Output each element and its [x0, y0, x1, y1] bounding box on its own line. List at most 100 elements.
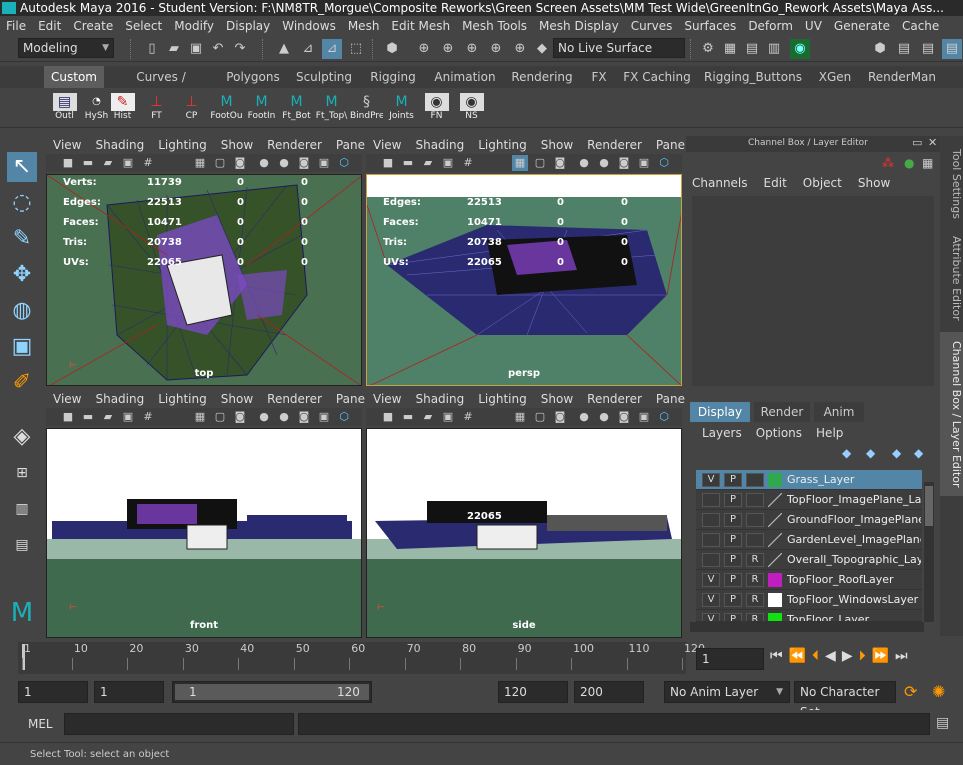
visibility-toggle[interactable]: V	[702, 573, 720, 587]
options-menu[interactable]: Options	[756, 426, 802, 440]
wireframe-icon[interactable]: ▢	[212, 409, 228, 425]
close-icon[interactable]: ✕	[928, 136, 937, 149]
layer-color-swatch[interactable]	[768, 513, 782, 527]
panel-menu-shading[interactable]: Shading	[408, 390, 471, 408]
smooth-shade-icon[interactable]: ◙	[552, 155, 568, 171]
menu-cache[interactable]: Cache	[896, 16, 945, 36]
move-layer-down-icon[interactable]: ◆	[866, 446, 875, 460]
current-time-field[interactable]: 1	[696, 648, 764, 670]
move-layer-up-icon[interactable]: ◆	[842, 446, 851, 460]
redo-icon[interactable]: ↷	[230, 39, 250, 59]
panel-menu-show[interactable]: Show	[534, 136, 580, 154]
layer-color-swatch[interactable]	[768, 533, 782, 547]
snap-view-icon[interactable]: ⊕	[486, 39, 506, 59]
menu-curves[interactable]: Curves	[625, 16, 679, 36]
start-time-field[interactable]: 1	[18, 681, 88, 703]
auto-key-icon[interactable]: ⟳	[904, 682, 917, 701]
bookmark-icon[interactable]: ▰	[100, 409, 116, 425]
layer-row[interactable]: P TopFloor_ImagePlane_Layer	[696, 490, 922, 510]
snap-curve-icon[interactable]: ⊕	[438, 39, 458, 59]
tab-tool-settings[interactable]: Tool Settings	[940, 144, 963, 224]
layer-color-swatch[interactable]	[768, 593, 782, 607]
layer-scrollbar[interactable]	[924, 482, 934, 622]
reference-toggle[interactable]: R	[746, 573, 764, 587]
render-frame-icon[interactable]: ▦	[720, 39, 740, 59]
render-settings-icon[interactable]: ⚙	[698, 39, 718, 59]
edit-menu[interactable]: Edit	[764, 176, 787, 190]
xray-icon[interactable]: ▣	[316, 155, 332, 171]
tab-rigging[interactable]: Rigging	[362, 66, 424, 88]
shelf-button-freeze-transform[interactable]: ⊥ FT	[140, 93, 173, 127]
last-tool-icon[interactable]: ✐	[7, 368, 37, 398]
smooth-shade-icon[interactable]: ◙	[232, 409, 248, 425]
panel-menu-renderer[interactable]: Renderer	[580, 136, 649, 154]
image-plane-icon[interactable]: ▣	[120, 155, 136, 171]
menu-edit[interactable]: Edit	[32, 16, 67, 36]
undo-icon[interactable]: ↶	[208, 39, 228, 59]
lights-icon[interactable]: ●	[576, 155, 592, 171]
isolate-icon[interactable]: ◙	[616, 155, 632, 171]
layer-row[interactable]: V P Grass_Layer	[696, 470, 922, 490]
scale-tool-icon[interactable]: ▣	[7, 332, 37, 362]
playback-toggle[interactable]: P	[724, 533, 742, 547]
lights-icon[interactable]: ●	[256, 155, 272, 171]
layer-color-swatch[interactable]	[768, 473, 782, 487]
single-pane-layout-icon[interactable]: ◈	[7, 422, 37, 452]
image-plane-icon[interactable]: ▣	[120, 409, 136, 425]
panel-menu-shading[interactable]: Shading	[88, 390, 151, 408]
playback-toggle[interactable]: P	[724, 553, 742, 567]
select-tool-icon[interactable]: ↖	[7, 152, 37, 182]
grid-toggle-icon[interactable]: ▦	[512, 155, 528, 171]
command-input[interactable]	[64, 713, 294, 735]
panel-menu-renderer[interactable]: Renderer	[260, 390, 329, 408]
shelf-button-joints[interactable]: M Joints	[385, 93, 418, 127]
grid-icon[interactable]: #	[140, 155, 156, 171]
wireframe-icon[interactable]: ▢	[532, 409, 548, 425]
viewport-persp[interactable]: Edges: Faces: Tris: UVs: 22513 10471 207…	[366, 174, 682, 386]
channel-box-toggle-icon[interactable]: ▤	[942, 39, 962, 59]
shadows-icon[interactable]: ●	[596, 155, 612, 171]
camera-attr-icon[interactable]: ▬	[400, 409, 416, 425]
shelf-button-ft-top[interactable]: M Ft_Top\	[315, 93, 348, 127]
layer-row[interactable]: P GardenLevel_ImagePlane_Layer	[696, 530, 922, 550]
play-back-icon[interactable]: ◀	[825, 648, 842, 664]
show-menu[interactable]: Show	[858, 176, 890, 190]
live-surface-field[interactable]: No Live Surface	[553, 38, 685, 58]
tab-anim[interactable]: Anim	[814, 402, 864, 422]
panel-menu-view[interactable]: View	[46, 390, 88, 408]
lock-selection-icon[interactable]: ⬚	[346, 39, 366, 59]
camera-attr-icon[interactable]: ▬	[80, 409, 96, 425]
tab-rigging-buttons[interactable]: Rigging_Buttons	[700, 66, 806, 88]
step-back-icon[interactable]: ⏪	[789, 648, 812, 664]
visibility-toggle[interactable]	[702, 513, 720, 527]
playback-end-field[interactable]: 120	[498, 681, 568, 703]
visibility-toggle[interactable]	[702, 533, 720, 547]
outliner-layout-icon[interactable]: ▥	[7, 494, 37, 524]
rotate-tool-icon[interactable]: ◍	[7, 296, 37, 326]
playback-toggle[interactable]: P	[724, 573, 742, 587]
make-live-icon[interactable]: ◆	[532, 39, 552, 59]
layer-hscrollbar[interactable]	[690, 622, 924, 632]
attribute-editor-toggle-icon[interactable]: ▤	[894, 39, 914, 59]
shelf-button-center-pivot[interactable]: ⊥ CP	[175, 93, 208, 127]
menu-select[interactable]: Select	[119, 16, 168, 36]
playback-toggle[interactable]: P	[724, 613, 742, 621]
grid-icon[interactable]: #	[460, 409, 476, 425]
tab-renderman[interactable]: RenderMan	[864, 66, 940, 88]
new-scene-icon[interactable]: ▯	[142, 39, 162, 59]
panel-menu-lighting[interactable]: Lighting	[151, 390, 214, 408]
animation-preferences-icon[interactable]: ✺	[932, 682, 945, 701]
panel-menu-shading[interactable]: Shading	[408, 136, 471, 154]
menu-mesh-tools[interactable]: Mesh Tools	[456, 16, 533, 36]
grid-toggle-icon[interactable]: ▦	[192, 155, 208, 171]
layer-color-swatch[interactable]	[768, 493, 782, 507]
snap-live-icon[interactable]: ⊕	[510, 39, 530, 59]
reference-toggle[interactable]	[746, 493, 764, 507]
graph-layout-icon[interactable]: ▤	[7, 530, 37, 560]
menu-uv[interactable]: UV	[799, 16, 828, 36]
reference-toggle[interactable]: R	[746, 553, 764, 567]
menu-modify[interactable]: Modify	[168, 16, 220, 36]
character-set-dropdown[interactable]: No Character Set	[794, 681, 896, 719]
lasso-tool-icon[interactable]: ◌	[7, 188, 37, 218]
tab-animation[interactable]: Animation	[430, 66, 500, 88]
